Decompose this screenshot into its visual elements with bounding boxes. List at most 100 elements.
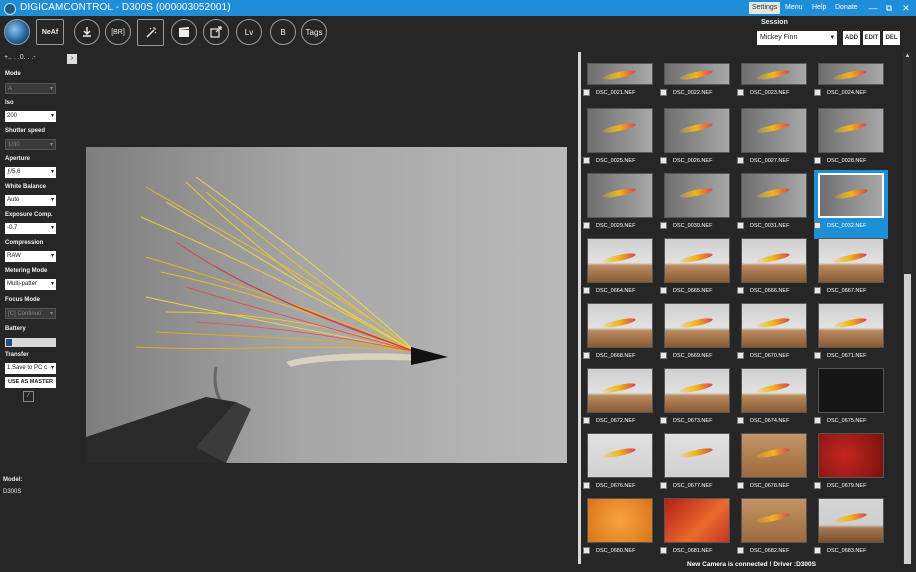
thumbnail-image[interactable] (664, 173, 730, 218)
edit-session-button[interactable]: EDIT (863, 31, 880, 45)
thumbnail-image[interactable] (741, 108, 807, 153)
thumbnail-image[interactable] (818, 498, 884, 543)
thumbnail-image[interactable] (587, 498, 653, 543)
delete-session-button[interactable]: DEL (883, 31, 900, 45)
mode-select[interactable]: A ▾ (5, 83, 56, 94)
thumbnail-checkbox[interactable] (737, 157, 744, 164)
export-button[interactable] (203, 19, 229, 45)
expcomp-select[interactable]: -0.7 ▾ (5, 223, 56, 234)
tags-button[interactable]: Tags (301, 19, 327, 45)
iso-select[interactable]: 200 ▾ (5, 111, 56, 122)
thumbnail-image[interactable] (664, 433, 730, 478)
thumbnail-checkbox[interactable] (814, 352, 821, 359)
menu-settings[interactable]: Settings (749, 2, 781, 14)
close-icon[interactable]: ✕ (899, 2, 913, 14)
menu-donate[interactable]: Donate (835, 2, 858, 14)
thumbnail-image[interactable] (587, 238, 653, 283)
thumbnail-checkbox[interactable] (737, 482, 744, 489)
menu-menu[interactable]: Menu (785, 2, 803, 14)
use-as-master-button[interactable]: USE AS MASTER (5, 377, 56, 388)
thumbnail-image[interactable] (587, 368, 653, 413)
thumbnail-checkbox[interactable] (660, 547, 667, 554)
thumbnail-checkbox[interactable] (737, 547, 744, 554)
thumbnail-image[interactable] (818, 303, 884, 348)
thumbnail-checkbox[interactable] (660, 482, 667, 489)
thumbnail-image[interactable] (741, 498, 807, 543)
transfer-select[interactable]: 1.Save to PC c ▾ (5, 363, 56, 374)
focus-select[interactable]: [C] Continuo ▾ (5, 308, 56, 319)
thumbnail-checkbox[interactable] (583, 417, 590, 424)
scroll-up-icon[interactable]: ▲ (903, 52, 912, 60)
image-preview[interactable] (86, 147, 567, 463)
thumbnail-image[interactable] (741, 433, 807, 478)
thumbnail-checkbox[interactable] (583, 482, 590, 489)
thumbnail-image[interactable] (741, 368, 807, 413)
session-select[interactable]: Mickey Finn ▾ (757, 31, 837, 45)
thumbnail-image[interactable] (741, 173, 807, 218)
thumbnail-image[interactable] (664, 108, 730, 153)
thumbnail-checkbox[interactable] (737, 89, 744, 96)
thumbnail-image[interactable] (664, 63, 730, 85)
thumbnail-checkbox[interactable] (583, 89, 590, 96)
download-button[interactable] (74, 19, 100, 45)
metering-select[interactable]: Multi-patter ▾ (5, 279, 56, 290)
thumbnail-image[interactable] (587, 63, 653, 85)
magic-wand-icon[interactable]: ⁄ (23, 391, 34, 402)
thumbnail-image[interactable] (818, 433, 884, 478)
thumbnail-checkbox[interactable] (814, 89, 821, 96)
wb-select[interactable]: Auto ▾ (5, 195, 56, 206)
thumbnail-image[interactable] (741, 238, 807, 283)
thumbnail-checkbox[interactable] (660, 417, 667, 424)
expand-panel-button[interactable]: › (67, 54, 77, 64)
bracketing-button[interactable]: [BR] (105, 19, 131, 45)
thumbnail-image[interactable] (664, 368, 730, 413)
thumbnail-checkbox[interactable] (737, 352, 744, 359)
autofocus-button[interactable]: NeAf (36, 19, 64, 45)
thumbnail-checkbox[interactable] (660, 157, 667, 164)
maximize-icon[interactable]: ⧉ (882, 2, 896, 14)
minimize-icon[interactable]: — (866, 2, 880, 14)
thumbnail-image[interactable] (741, 63, 807, 85)
magic-wand-button[interactable] (137, 19, 164, 46)
thumbnail-image[interactable] (741, 303, 807, 348)
thumbnail-checkbox[interactable] (737, 287, 744, 294)
thumbnail-checkbox[interactable] (660, 287, 667, 294)
thumbnail-checkbox[interactable] (583, 287, 590, 294)
thumbnail-image[interactable] (818, 238, 884, 283)
thumbnail-image[interactable] (664, 498, 730, 543)
thumbnail-checkbox[interactable] (814, 157, 821, 164)
capture-button[interactable] (4, 19, 30, 45)
bulb-button[interactable]: B (270, 19, 296, 45)
thumbnail-checkbox[interactable] (660, 89, 667, 96)
thumbnail-scrollbar[interactable]: ▲ (903, 52, 912, 564)
thumbnail-checkbox[interactable] (583, 157, 590, 164)
thumbnail-image[interactable] (587, 303, 653, 348)
thumbnail-image[interactable] (818, 173, 884, 218)
thumbnail-checkbox[interactable] (583, 547, 590, 554)
scrollbar-thumb[interactable] (904, 274, 911, 564)
thumbnail-image[interactable] (587, 173, 653, 218)
thumbnail-image[interactable] (587, 108, 653, 153)
panel-splitter[interactable] (578, 52, 581, 564)
thumbnail-checkbox[interactable] (737, 222, 744, 229)
liveview-button[interactable]: Lv (236, 19, 262, 45)
thumbnail-image[interactable] (587, 433, 653, 478)
thumbnail-checkbox[interactable] (814, 222, 821, 229)
shutter-select[interactable]: 1/30 ▾ (5, 139, 56, 150)
aperture-select[interactable]: ƒ/5,6 ▾ (5, 167, 56, 178)
thumbnail-image[interactable] (664, 238, 730, 283)
thumbnail-checkbox[interactable] (583, 352, 590, 359)
thumbnail-checkbox[interactable] (737, 417, 744, 424)
thumbnail-checkbox[interactable] (814, 417, 821, 424)
thumbnail-checkbox[interactable] (660, 352, 667, 359)
thumbnail-checkbox[interactable] (814, 287, 821, 294)
menu-help[interactable]: Help (812, 2, 826, 14)
thumbnail-image[interactable] (818, 63, 884, 85)
thumbnail-checkbox[interactable] (583, 222, 590, 229)
movie-button[interactable] (171, 19, 197, 45)
add-session-button[interactable]: ADD (843, 31, 860, 45)
thumbnail-image[interactable] (818, 368, 884, 413)
thumbnail-checkbox[interactable] (814, 482, 821, 489)
thumbnail-image[interactable] (664, 303, 730, 348)
compression-select[interactable]: RAW ▾ (5, 251, 56, 262)
